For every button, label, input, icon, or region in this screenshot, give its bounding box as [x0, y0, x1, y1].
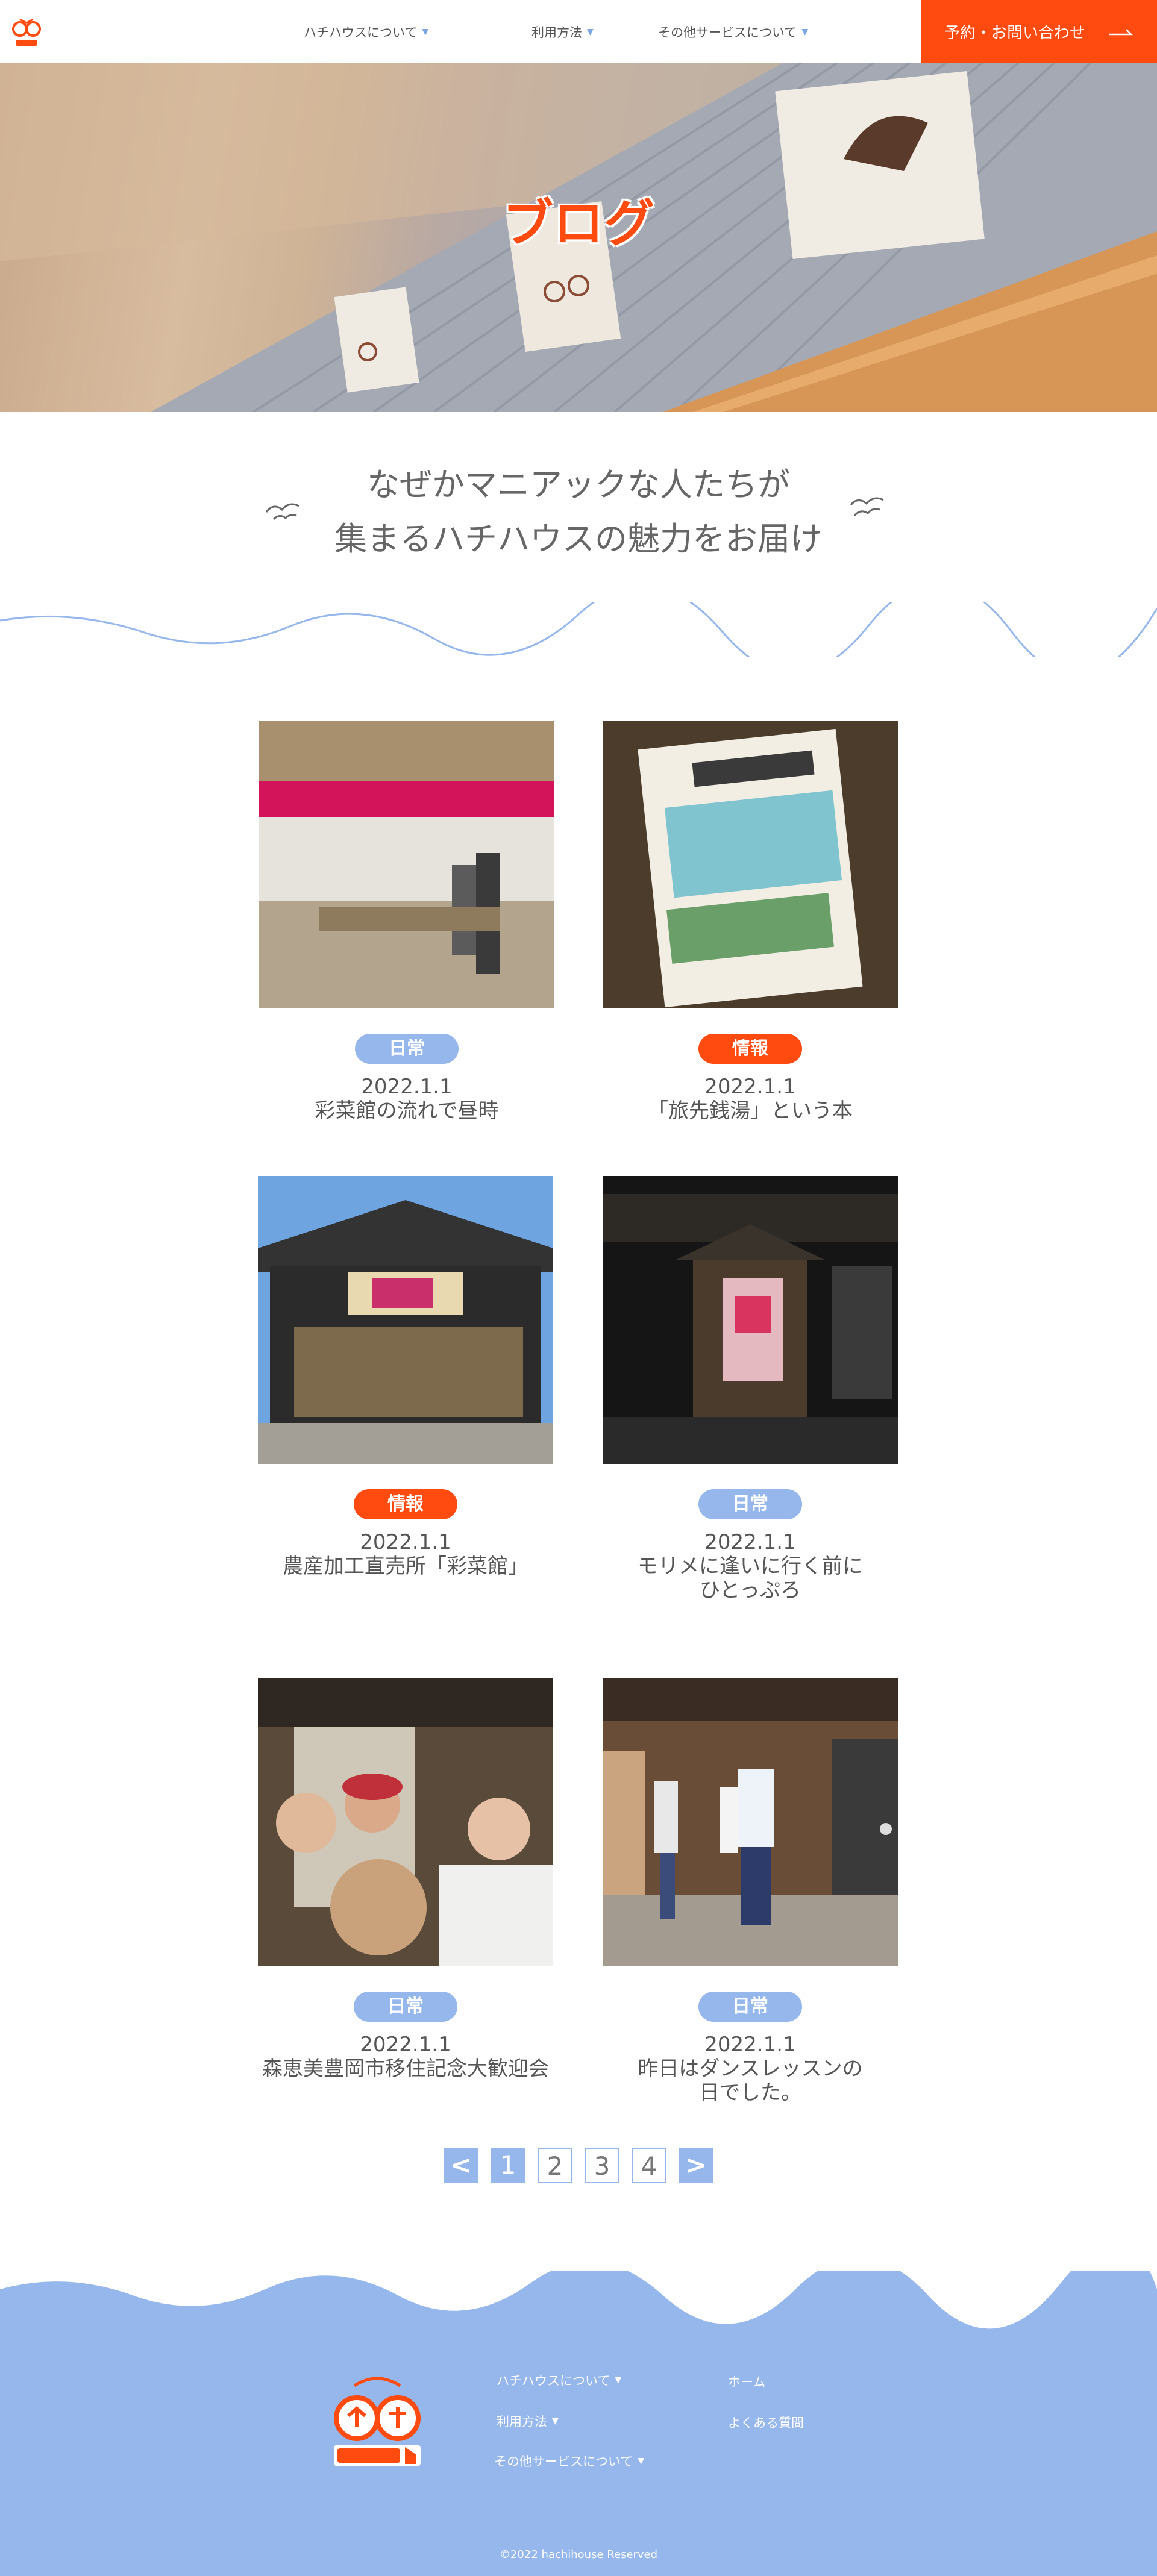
blog-card[interactable]: 日常 2022.1.1 モリメに逢いに行く前に ひとっぷろ: [603, 1176, 898, 1602]
bathhouse-photo: [603, 1176, 898, 1464]
chevron-down-icon: ▼: [638, 2456, 645, 2466]
hachihouse-logo[interactable]: [330, 2374, 424, 2470]
chevron-down-icon: ▼: [801, 27, 809, 37]
footer-link-usage-label: 利用方法: [497, 2415, 547, 2429]
chevron-down-icon: ▼: [552, 2416, 559, 2426]
post-date: 2022.1.1: [360, 1530, 451, 1554]
footer-link-faq-label: よくある質問: [728, 2416, 804, 2430]
category-badge[interactable]: 情報: [354, 1489, 457, 1519]
party-photo: [258, 1678, 553, 1966]
blog-card-image[interactable]: [603, 1176, 898, 1464]
category-badge[interactable]: 日常: [698, 1992, 802, 2022]
page-1-button[interactable]: 1: [491, 2148, 525, 2183]
nav-other-services[interactable]: その他サービスについて ▼: [658, 23, 808, 41]
reservation-contact-label: 予約・お問い合わせ: [944, 23, 1085, 42]
category-badge[interactable]: 日常: [354, 1992, 457, 2022]
site-footer: ハチハウスについて ▼ 利用方法 ▼ その他サービスについて ▼ ホーム よくあ…: [0, 2271, 1157, 2576]
post-date: 2022.1.1: [704, 2033, 796, 2057]
blog-card-image[interactable]: [258, 1176, 553, 1464]
site-header: ハチハウスについて ▼ 利用方法 ▼ その他サービスについて ▼ 予約・お問い合…: [0, 0, 1157, 63]
category-badge[interactable]: 日常: [355, 1034, 459, 1064]
page-3-button[interactable]: 3: [585, 2148, 619, 2183]
reservation-contact-button[interactable]: 予約・お問い合わせ: [921, 0, 1157, 63]
footer-link-home-label: ホーム: [728, 2375, 766, 2389]
book-photo: [603, 721, 898, 1008]
footer-link-home[interactable]: ホーム: [728, 2372, 765, 2390]
post-title[interactable]: 昨日はダンスレッスンの: [603, 2057, 898, 2081]
arrow-right-icon: [1109, 29, 1133, 36]
pagination: < 1 2 3 4 >: [0, 2148, 1157, 2183]
post-date: 2022.1.1: [360, 2033, 451, 2057]
blog-card[interactable]: 日常 2022.1.1 彩菜館の流れで昼時: [259, 721, 554, 1123]
food-court-photo: [259, 721, 554, 1008]
footer-link-faq[interactable]: よくある質問: [728, 2413, 804, 2431]
post-title[interactable]: 「旅先銭湯」という本: [603, 1099, 898, 1123]
footer-link-about[interactable]: ハチハウスについて ▼: [497, 2371, 621, 2389]
blog-card-image[interactable]: [258, 1678, 553, 1966]
post-title[interactable]: 森恵美豊岡市移住記念大歓迎会: [258, 2057, 553, 2081]
next-page-button[interactable]: >: [679, 2148, 713, 2183]
nav-usage-label: 利用方法: [531, 25, 582, 40]
shop-photo: [258, 1176, 553, 1464]
copyright-text: ©2022 hachihouse Reserved: [499, 2548, 658, 2561]
blog-card-image[interactable]: [259, 721, 554, 1008]
blog-card[interactable]: 情報 2022.1.1 農産加工直売所「彩菜館」: [258, 1176, 553, 1578]
post-date: 2022.1.1: [704, 1075, 796, 1099]
category-badge[interactable]: 情報: [698, 1034, 802, 1064]
category-badge[interactable]: 日常: [698, 1489, 802, 1519]
chevron-down-icon: ▼: [587, 27, 594, 37]
nav-usage[interactable]: 利用方法 ▼: [531, 23, 594, 41]
chevron-down-icon: ▼: [422, 27, 429, 37]
hachihouse-logo[interactable]: [11, 16, 42, 49]
post-title-line-2[interactable]: 日でした。: [603, 2081, 898, 2105]
post-title-line-2[interactable]: ひとっぷろ: [603, 1578, 898, 1602]
nav-other-services-label: その他サービスについて: [658, 25, 797, 40]
prev-page-button[interactable]: <: [444, 2148, 478, 2183]
blog-card-image[interactable]: [603, 1678, 898, 1966]
intro-line-1: なぜかマニアックな人たちが: [367, 466, 790, 504]
post-title[interactable]: 農産加工直売所「彩菜館」: [258, 1554, 553, 1578]
footer-link-other-services[interactable]: その他サービスについて ▼: [494, 2452, 644, 2470]
seagull-icon: [265, 503, 299, 521]
post-date: 2022.1.1: [361, 1075, 453, 1099]
footer-link-about-label: ハチハウスについて: [497, 2374, 610, 2388]
page-4-button[interactable]: 4: [632, 2148, 666, 2183]
hero-banner: ブログ: [0, 63, 1157, 412]
chevron-down-icon: ▼: [615, 2375, 622, 2385]
blog-card-image[interactable]: [603, 721, 898, 1008]
nav-about[interactable]: ハチハウスについて ▼: [304, 23, 428, 41]
blog-card[interactable]: 情報 2022.1.1 「旅先銭湯」という本: [603, 721, 898, 1123]
blog-card[interactable]: 日常 2022.1.1 昨日はダンスレッスンの 日でした。: [603, 1678, 898, 2105]
footer-link-other-services-label: その他サービスについて: [494, 2454, 633, 2469]
intro-line-2: 集まるハチハウスの魅力をお届け: [334, 520, 823, 558]
intro-section: なぜかマニアックな人たちが 集まるハチハウスの魅力をお届け: [0, 458, 1157, 566]
post-title[interactable]: 彩菜館の流れで昼時: [259, 1099, 554, 1123]
nav-about-label: ハチハウスについて: [304, 25, 418, 40]
dance-photo: [603, 1678, 898, 1966]
footer-wave-background: [0, 2271, 1157, 2576]
page-title: ブログ: [502, 194, 654, 253]
footer-link-usage[interactable]: 利用方法 ▼: [497, 2412, 559, 2430]
page-2-button[interactable]: 2: [538, 2148, 572, 2183]
wave-divider: [0, 602, 1157, 657]
blog-card[interactable]: 日常 2022.1.1 森恵美豊岡市移住記念大歓迎会: [258, 1678, 553, 2081]
post-title[interactable]: モリメに逢いに行く前に: [603, 1554, 898, 1578]
post-date: 2022.1.1: [704, 1530, 796, 1554]
seagull-icon: [850, 497, 884, 517]
